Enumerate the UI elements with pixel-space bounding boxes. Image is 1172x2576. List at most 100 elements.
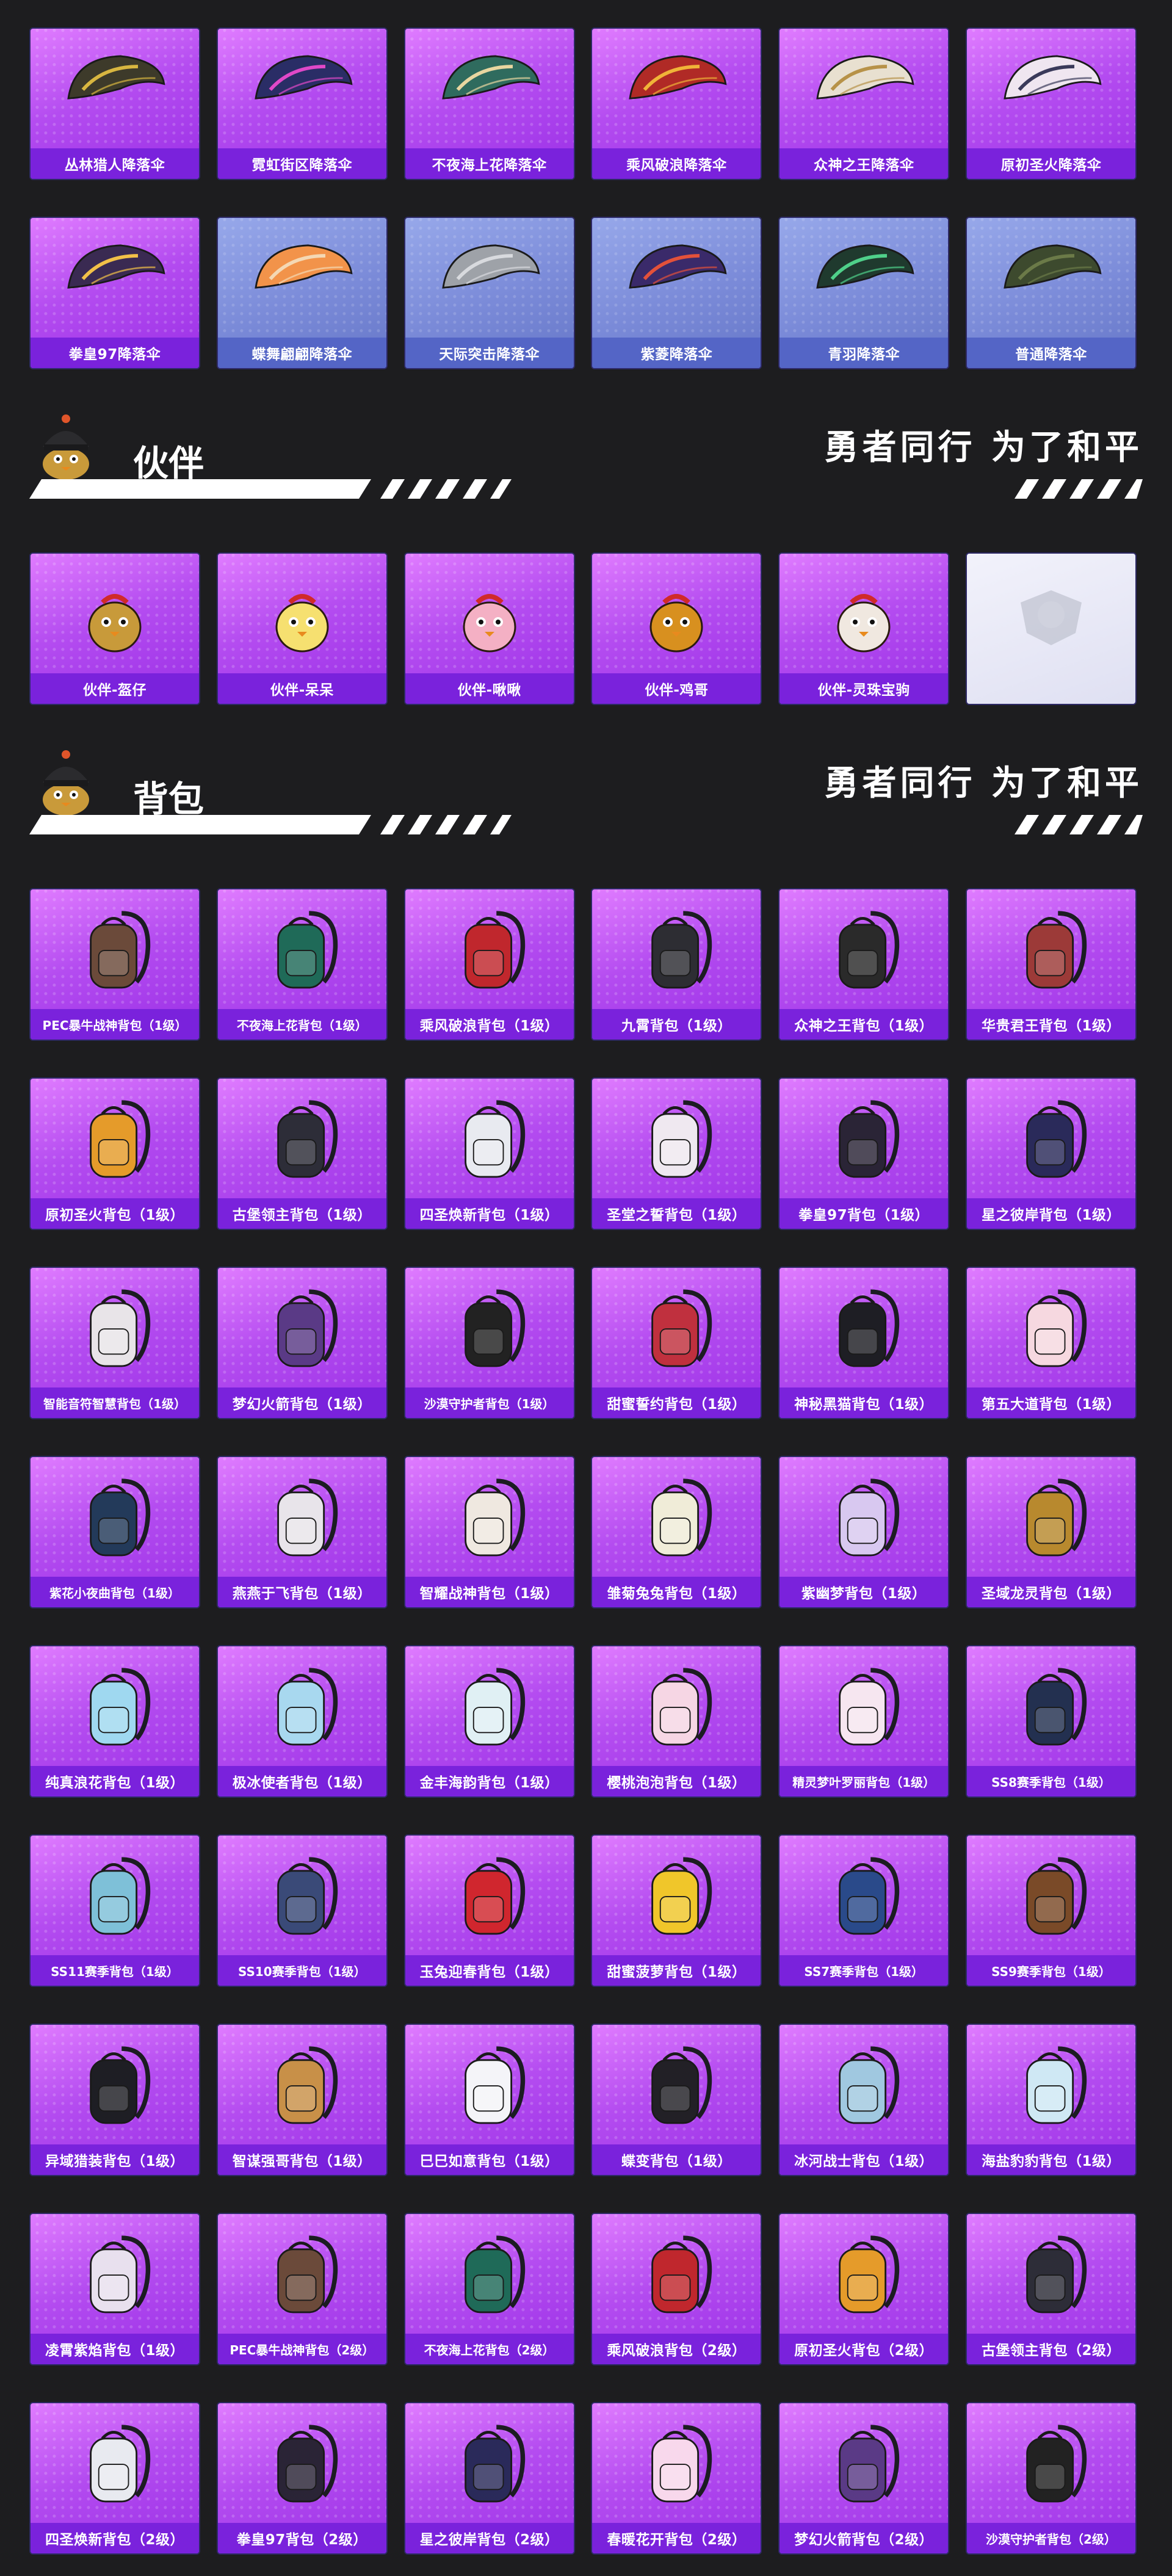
backpack-card[interactable]: 甜蜜菠萝背包（1级） — [591, 1834, 762, 1987]
backpack-card[interactable]: 沙漠守护者背包（1级） — [403, 1267, 575, 1419]
backpack-card[interactable]: 乘风破浪背包（1级） — [403, 888, 575, 1041]
backpack-card[interactable]: 异域猎装背包（1级） — [29, 2024, 200, 2176]
backpack-card[interactable]: 沙漠守护者背包（2级） — [965, 2402, 1137, 2555]
backpack-card[interactable]: 原初圣火背包（2级） — [778, 2213, 950, 2365]
backpack-card[interactable]: 蝶变背包（1级） — [591, 2024, 762, 2176]
backpack-card[interactable]: 纯真浪花背包（1级） — [29, 1645, 200, 1798]
backpack-card[interactable]: 乘风破浪背包（2级） — [591, 2213, 762, 2365]
backpack-icon — [90, 2046, 151, 2124]
backpack-card[interactable]: 巳巳如意背包（1级） — [403, 2024, 575, 2176]
backpack-icon — [839, 1668, 900, 1746]
parachute-icon — [816, 244, 914, 289]
backpack-card[interactable]: 玉兔迎春背包（1级） — [403, 1834, 575, 1987]
backpack-card[interactable]: SS7赛季背包（1级） — [778, 1834, 950, 1987]
parachute-card[interactable]: 不夜海上花降落伞 — [403, 27, 575, 180]
parachute-card[interactable]: 丛林猎人降落伞 — [29, 27, 200, 180]
partner-card[interactable]: 伙伴-灵珠宝驹 — [778, 552, 950, 705]
backpack-label: 春暖花开背包（2级） — [592, 2523, 761, 2553]
backpack-card[interactable]: 精灵梦叶罗丽背包（1级） — [778, 1645, 950, 1798]
backpack-label: 梦幻火箭背包（1级） — [217, 1387, 386, 1418]
backpack-card[interactable]: 星之彼岸背包（1级） — [965, 1077, 1137, 1230]
backpack-card[interactable]: 四圣焕新背包（2级） — [29, 2402, 200, 2555]
backpack-card[interactable]: 春暖花开背包（2级） — [591, 2402, 762, 2555]
backpack-art — [592, 889, 761, 1011]
parachute-art — [592, 29, 761, 151]
partner-card[interactable]: 伙伴-呆呆 — [216, 552, 388, 705]
backpack-label: 智耀战神背包（1级） — [405, 1577, 574, 1607]
backpack-card[interactable]: 冰河战士背包（1级） — [778, 2024, 950, 2176]
backpack-card[interactable]: 梦幻火箭背包（2级） — [778, 2402, 950, 2555]
backpack-card[interactable]: 神秘黑猫背包（1级） — [778, 1267, 950, 1419]
partner-card[interactable]: 伙伴-鸡哥 — [591, 552, 762, 705]
backpack-card[interactable]: 金丰海韵背包（1级） — [403, 1645, 575, 1798]
backpack-art — [218, 889, 386, 1011]
backpack-card[interactable]: 智谋强哥背包（1级） — [216, 2024, 388, 2176]
backpack-card[interactable]: 原初圣火背包（1级） — [29, 1077, 200, 1230]
backpack-card[interactable]: 海盐豹豹背包（1级） — [965, 2024, 1137, 2176]
backpack-art — [967, 1646, 1135, 1768]
backpack-card[interactable]: 四圣焕新背包（1级） — [403, 1077, 575, 1230]
parachute-card[interactable]: 拳皇97降落伞 — [29, 217, 200, 369]
backpack-card[interactable]: PEC暴牛战神背包（1级） — [29, 888, 200, 1041]
backpack-card[interactable]: 不夜海上花背包（2级） — [403, 2213, 575, 2365]
partner-card[interactable]: 伙伴-盔仔 — [29, 552, 200, 705]
backpack-card[interactable]: 燕燕于飞背包（1级） — [216, 1456, 388, 1608]
parachute-icon — [1004, 55, 1102, 99]
parachute-grid-row2: 拳皇97降落伞 蝶舞翩翩降落伞 天际突击降落伞 紫菱降落伞 青羽降落伞 普通降落伞 — [29, 217, 1137, 369]
backpack-card[interactable]: 不夜海上花背包（1级） — [216, 888, 388, 1041]
parachute-card[interactable]: 原初圣火降落伞 — [965, 27, 1137, 180]
parachute-card[interactable]: 乘风破浪降落伞 — [591, 27, 762, 180]
parachute-card[interactable]: 众神之王降落伞 — [778, 27, 950, 180]
backpack-card[interactable]: 极冰使者背包（1级） — [216, 1645, 388, 1798]
backpack-card[interactable]: 雏菊兔兔背包（1级） — [591, 1456, 762, 1608]
parachute-card[interactable]: 紫菱降落伞 — [591, 217, 762, 369]
backpack-card[interactable]: SS11赛季背包（1级） — [29, 1834, 200, 1987]
backpack-card[interactable]: 古堡领主背包（1级） — [216, 1077, 388, 1230]
backpack-card[interactable]: 甜蜜誓约背包（1级） — [591, 1267, 762, 1419]
parachute-card[interactable]: 霓虹街区降落伞 — [216, 27, 388, 180]
backpack-icon — [1026, 911, 1087, 989]
backpack-label: 圣堂之誓背包（1级） — [592, 1198, 761, 1229]
backpack-icon — [464, 2046, 525, 2124]
backpack-card[interactable]: 星之彼岸背包（2级） — [403, 2402, 575, 2555]
backpack-icon — [464, 1100, 525, 1178]
backpack-art — [592, 1836, 761, 1958]
parachute-card[interactable]: 普通降落伞 — [965, 217, 1137, 369]
partner-card[interactable]: 伙伴-啾啾 — [403, 552, 575, 705]
backpack-card[interactable]: SS9赛季背包（1级） — [965, 1834, 1137, 1987]
backpack-card[interactable]: 拳皇97背包（1级） — [778, 1077, 950, 1230]
backpack-card[interactable]: 紫花小夜曲背包（1级） — [29, 1456, 200, 1608]
backpack-icon — [1026, 2046, 1087, 2124]
backpack-card[interactable]: 第五大道背包（1级） — [965, 1267, 1137, 1419]
backpack-card[interactable]: 紫幽梦背包（1级） — [778, 1456, 950, 1608]
backpack-icon — [464, 1289, 525, 1367]
backpack-card[interactable]: 众神之王背包（1级） — [778, 888, 950, 1041]
backpack-icon — [651, 1100, 712, 1178]
partner-card[interactable] — [965, 552, 1137, 705]
parachute-art — [31, 218, 199, 340]
backpack-card[interactable]: 圣堂之誓背包（1级） — [591, 1077, 762, 1230]
backpack-card[interactable]: 梦幻火箭背包（1级） — [216, 1267, 388, 1419]
backpack-card[interactable]: 智耀战神背包（1级） — [403, 1456, 575, 1608]
backpack-card[interactable]: 拳皇97背包（2级） — [216, 2402, 388, 2555]
parachute-card[interactable]: 蝶舞翩翩降落伞 — [216, 217, 388, 369]
backpack-card[interactable]: 智能音符智慧背包（1级） — [29, 1267, 200, 1419]
backpack-card[interactable]: 华贵君王背包（1级） — [965, 888, 1137, 1041]
backpack-card[interactable]: 樱桃泡泡背包（1级） — [591, 1645, 762, 1798]
backpack-label: 乘风破浪背包（1级） — [405, 1009, 574, 1040]
backpack-card[interactable]: 圣域龙灵背包（1级） — [965, 1456, 1137, 1608]
backpack-card[interactable]: SS10赛季背包（1级） — [216, 1834, 388, 1987]
parachute-label: 天际突击降落伞 — [405, 338, 574, 368]
backpack-label: 原初圣火背包（1级） — [31, 1198, 199, 1229]
section-stripe-bar — [29, 479, 512, 499]
backpack-card[interactable]: 古堡领主背包（2级） — [965, 2213, 1137, 2365]
parachute-card[interactable]: 青羽降落伞 — [778, 217, 950, 369]
backpack-label: 星之彼岸背包（1级） — [966, 1198, 1135, 1229]
parachute-card[interactable]: 天际突击降落伞 — [403, 217, 575, 369]
backpack-label: 甜蜜菠萝背包（1级） — [592, 1955, 761, 1986]
backpack-card[interactable]: PEC暴牛战神背包（2级） — [216, 2213, 388, 2365]
backpack-card[interactable]: 九霄背包（1级） — [591, 888, 762, 1041]
backpack-art — [405, 1268, 574, 1390]
backpack-card[interactable]: SS8赛季背包（1级） — [965, 1645, 1137, 1798]
backpack-card[interactable]: 凌霄紫焰背包（1级） — [29, 2213, 200, 2365]
